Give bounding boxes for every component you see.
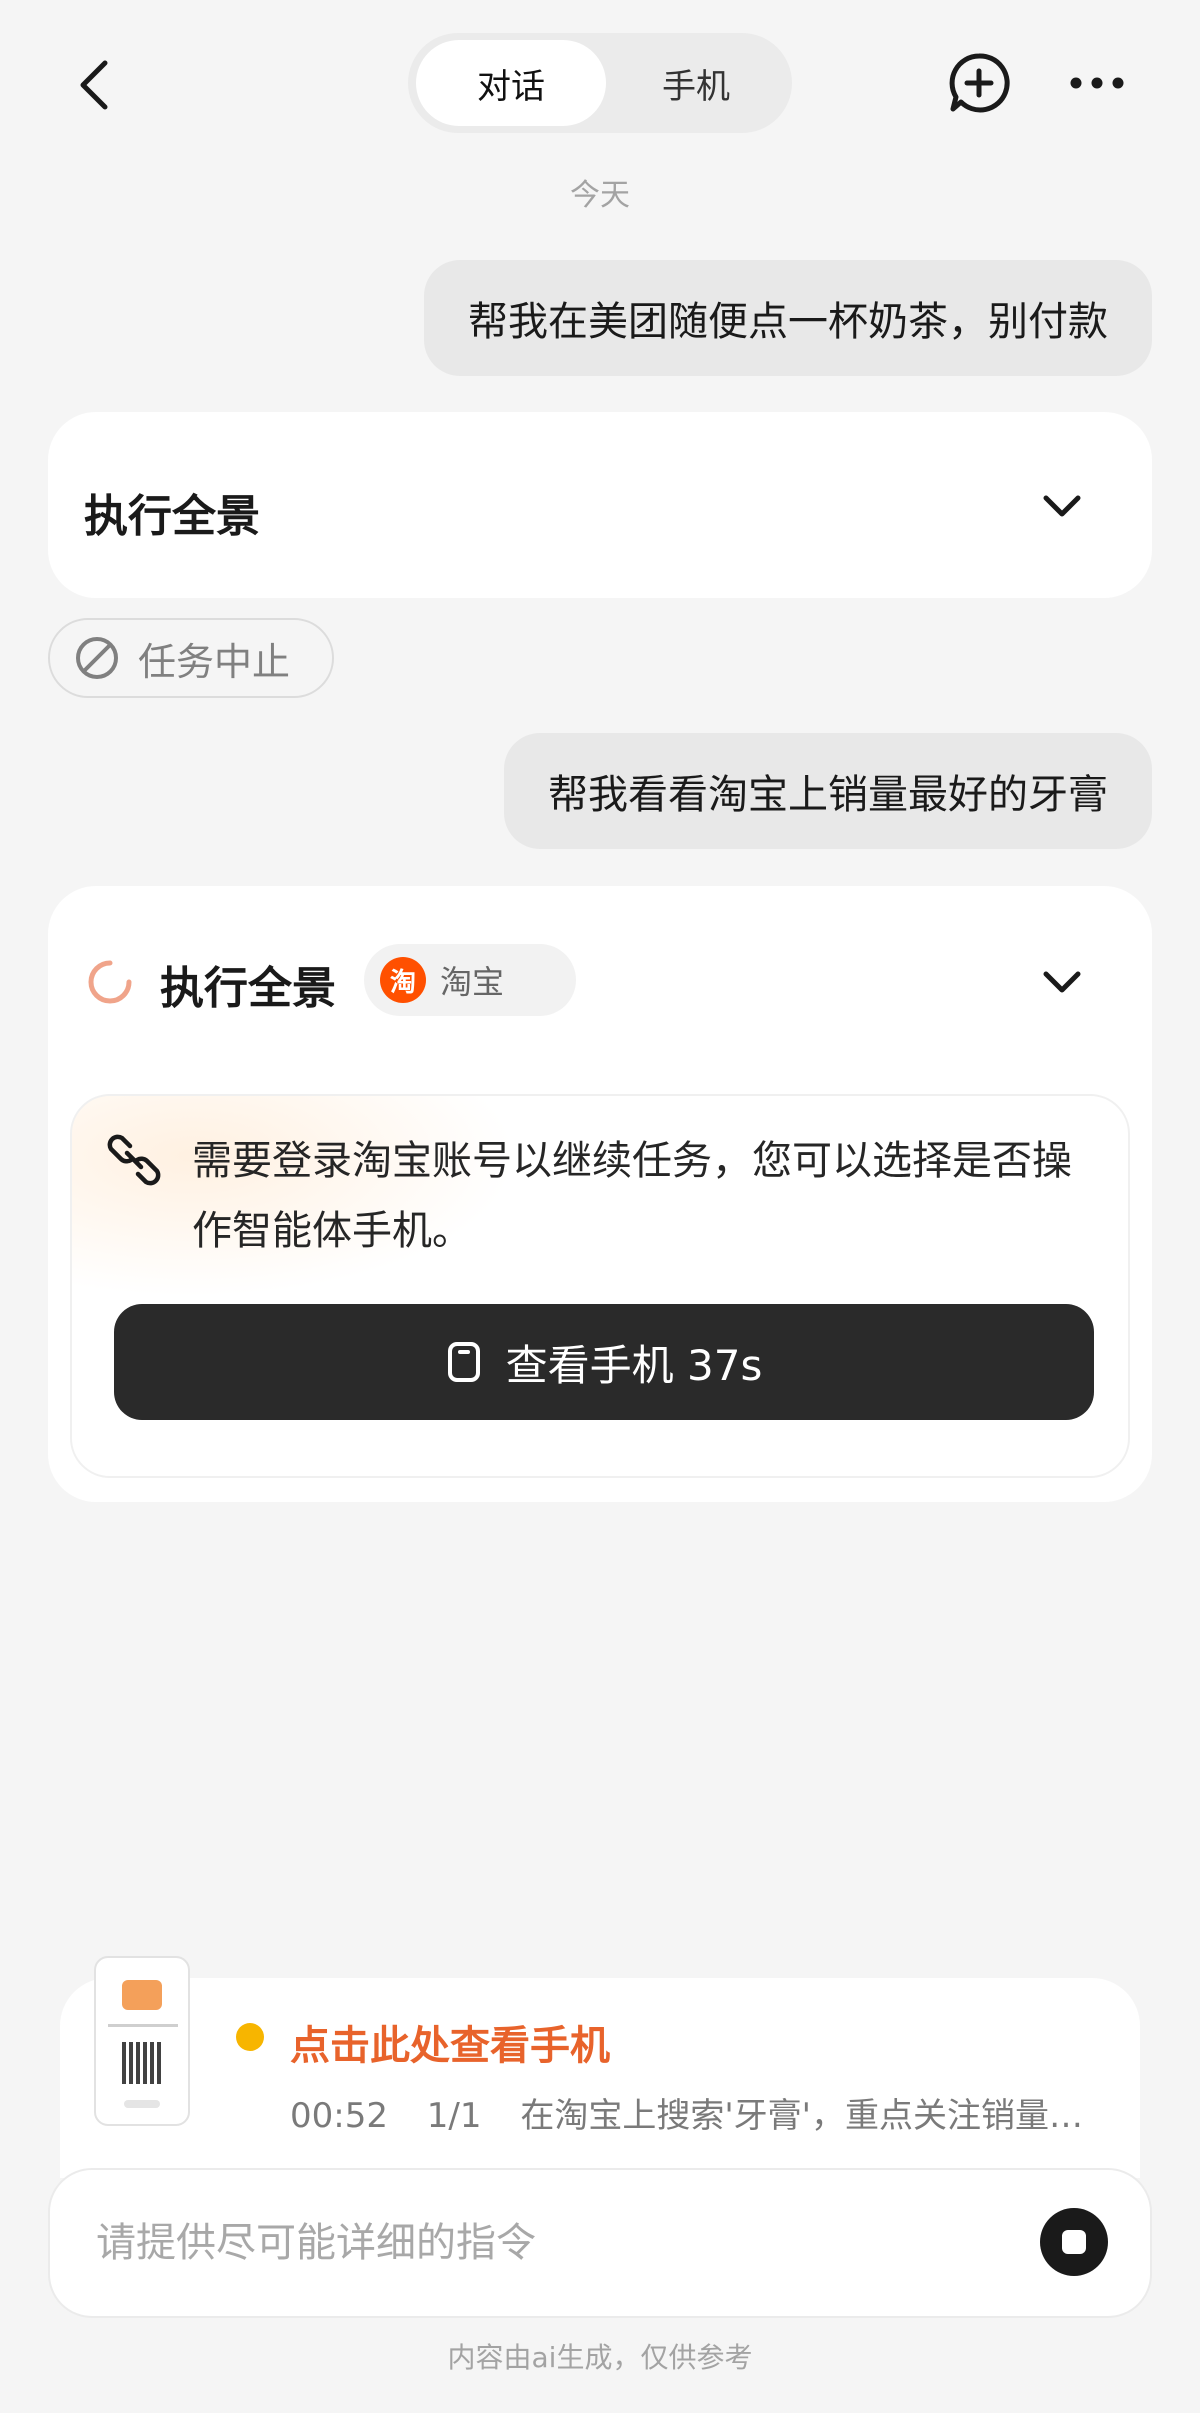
card-title: 执行全景 (160, 963, 336, 1014)
view-phone-label: 查看手机 37s (505, 1340, 763, 1390)
loading-spinner-icon (88, 960, 132, 1004)
taobao-logo: 淘 (380, 957, 426, 1003)
mode-switch: 对话 手机 (408, 33, 792, 133)
chevron-down-icon (1043, 495, 1081, 517)
top-header: 对话 手机 (0, 0, 1200, 170)
elapsed-time: 00:52 (290, 2096, 388, 2136)
thumbnail-button-graphic (124, 2100, 160, 2108)
ai-disclaimer: 内容由ai生成，仅供参考 (447, 2341, 753, 2374)
link-icon (107, 1134, 161, 1186)
chevron-down-icon (1043, 971, 1081, 993)
app-tag: 淘 淘宝 (364, 944, 576, 1016)
login-prompt-text: 需要登录淘宝账号以继续任务，您可以选择是否操作智能体手机。 (192, 1138, 1072, 1254)
status-badge: 任务中止 (48, 618, 334, 698)
expand-button[interactable] (1032, 952, 1092, 1012)
card-title: 执行全景 (84, 491, 260, 542)
new-chat-button[interactable] (946, 50, 1012, 116)
app-tag-label: 淘宝 (440, 963, 505, 1001)
ellipsis-icon (1070, 77, 1124, 89)
phone-icon (446, 1341, 482, 1383)
back-button[interactable] (55, 45, 135, 125)
stop-button[interactable] (1040, 2208, 1108, 2276)
status-dot (236, 2023, 264, 2051)
prohibited-icon (74, 635, 120, 681)
step-progress: 1/1 (426, 2096, 482, 2136)
stop-icon (1062, 2230, 1086, 2254)
task-strip-title[interactable]: 点击此处查看手机 (290, 2013, 610, 2071)
status-label: 任务中止 (138, 639, 291, 684)
task-card: 执行全景 (48, 412, 1152, 598)
user-message: 帮我看看淘宝上销量最好的牙膏 (504, 733, 1152, 849)
task-card: 执行全景 淘 淘宝 需要登录淘宝账号以继续任务，您可以选择是否操作智能体手机。 … (48, 886, 1152, 1502)
chevron-left-icon (80, 60, 108, 110)
task-strip-meta: 00:52 1/1 在淘宝上搜索'牙膏'，重点关注销量… (290, 2088, 1110, 2137)
composer (48, 2168, 1152, 2318)
thumbnail-header-graphic (122, 1980, 162, 2010)
tab-chat[interactable]: 对话 (416, 40, 606, 126)
instruction-input[interactable] (94, 2210, 998, 2276)
thumbnail-text-line (108, 2024, 178, 2027)
login-prompt-panel: 需要登录淘宝账号以继续任务，您可以选择是否操作智能体手机。 查看手机 37s (70, 1094, 1130, 1478)
more-button[interactable] (1060, 50, 1134, 116)
date-separator: 今天 (570, 178, 630, 213)
tab-phone[interactable]: 手机 (608, 40, 784, 126)
phone-task-strip[interactable] (60, 1978, 1140, 2178)
chat-plus-icon (949, 53, 1010, 113)
user-message: 帮我在美团随便点一杯奶茶，别付款 (424, 260, 1152, 376)
phone-screen-thumbnail[interactable] (94, 1956, 190, 2126)
qr-code-icon (122, 2042, 164, 2084)
expand-button[interactable] (1032, 476, 1092, 536)
current-step-text: 在淘宝上搜索'牙膏'，重点关注销量… (520, 2096, 1084, 2136)
view-phone-button[interactable]: 查看手机 37s (114, 1304, 1094, 1420)
